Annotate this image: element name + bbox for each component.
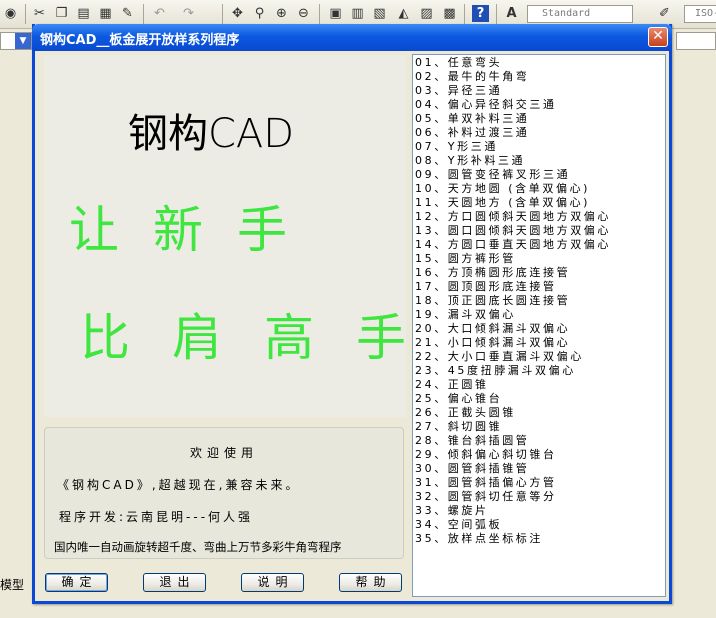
info-panel: 欢迎使用 《钢构CAD》,超越现在,兼容未来。 程序开发:云南昆明---何人强 … [44, 427, 404, 559]
pan-icon[interactable]: ✥ [229, 5, 246, 22]
list-item[interactable]: 09、圆管变径裤叉形三通 [415, 169, 570, 180]
list-item[interactable]: 17、圆顶圆形底连接管 [415, 281, 557, 292]
list-item[interactable]: 15、圆方裤形管 [415, 253, 516, 264]
markup-icon[interactable]: ◭ [395, 5, 412, 22]
copy-icon[interactable]: ❐ [53, 5, 70, 22]
text-style-select[interactable]: Standard [527, 5, 633, 23]
help-button[interactable]: 帮助 [339, 573, 402, 592]
splash-canvas: 钢构CAD 让新手 比肩高手 [44, 55, 406, 417]
list-item[interactable]: 25、偏心锥台 [415, 393, 502, 404]
layer-combo[interactable]: ▼ [0, 32, 32, 50]
list-item[interactable]: 20、大口倾斜漏斗双偏心 [415, 323, 570, 334]
dim-style-icon[interactable]: ✐ [656, 5, 673, 22]
list-item[interactable]: 29、倾斜偏心斜切锥台 [415, 449, 557, 460]
instructions-button[interactable]: 说明 [241, 573, 304, 592]
list-item[interactable]: 03、异径三通 [415, 85, 502, 96]
list-item[interactable]: 24、正圆锥 [415, 379, 489, 390]
help-icon[interactable]: ? [472, 5, 489, 22]
list-item[interactable]: 18、顶正圆底长圆连接管 [415, 295, 570, 306]
toolbar-separator [496, 4, 497, 24]
list-item[interactable]: 06、补料过渡三通 [415, 127, 529, 138]
list-item[interactable]: 16、方顶椭圆形底连接管 [415, 267, 570, 278]
feature-blurb: 国内唯一自动画旋转超千度、弯曲上万节多彩牛角弯程序 [54, 540, 342, 554]
list-item[interactable]: 33、螺旋片 [415, 505, 489, 516]
list-item[interactable]: 23、45度扭脖漏斗双偏心 [415, 365, 576, 376]
list-item[interactable]: 12、方口圆倾斜天圆地方双偏心 [415, 211, 611, 222]
toolbar-separator [464, 4, 465, 24]
list-item[interactable]: 01、任意弯头 [415, 57, 502, 68]
close-icon[interactable]: ✕ [648, 27, 668, 47]
list-item[interactable]: 28、锥台斜插圆管 [415, 435, 529, 446]
list-item[interactable]: 10、天方地圆 (含单双偏心) [415, 183, 590, 194]
list-item[interactable]: 22、大小口垂直漏斗双偏心 [415, 351, 584, 362]
developer-text: 程序开发:云南昆明---何人强 [59, 510, 254, 524]
text-style-icon[interactable]: A [503, 5, 520, 22]
list-item[interactable]: 26、正截头圆锥 [415, 407, 516, 418]
match-properties-icon[interactable]: ▦ [97, 5, 114, 22]
welcome-text: 欢迎使用 [189, 446, 258, 460]
list-item[interactable]: 08、Y形补料三通 [415, 155, 525, 166]
list-item[interactable]: 14、方圆口垂直天圆地方双偏心 [415, 239, 611, 250]
list-item[interactable]: 30、圆管斜插锥管 [415, 463, 529, 474]
list-item[interactable]: 32、圆管斜切任意等分 [415, 491, 557, 502]
list-item[interactable]: 31、圆管斜插偏心方管 [415, 477, 557, 488]
list-item[interactable]: 07、Y形三通 [415, 141, 498, 152]
list-item[interactable]: 21、小口倾斜漏斗双偏心 [415, 337, 570, 348]
calculator-icon[interactable]: ▩ [441, 5, 458, 22]
list-item[interactable]: 35、放样点坐标标注 [415, 533, 543, 544]
toolbar-separator [319, 4, 320, 24]
zoom-previous-icon[interactable]: ⊖ [295, 5, 312, 22]
list-item[interactable]: 11、天圆地方 (含单双偏心) [415, 197, 590, 208]
redo-icon[interactable]: ↷ [180, 5, 197, 22]
properties-icon[interactable]: ▣ [327, 5, 344, 22]
brush-icon[interactable]: ✎ [119, 5, 136, 22]
program-list[interactable]: 01、任意弯头 02、最牛的牛角弯 03、异径三通 04、偏心异径斜交三通 05、单双补… [412, 54, 666, 597]
design-center-icon[interactable]: ▥ [349, 5, 366, 22]
undo-icon[interactable]: ↶ [151, 5, 168, 22]
exit-button[interactable]: 退出 [143, 573, 206, 592]
list-item[interactable]: 05、单双补料三通 [415, 113, 529, 124]
list-item[interactable]: 02、最牛的牛角弯 [415, 71, 529, 82]
list-item[interactable]: 13、圆口圆倾斜天圆地方双偏心 [415, 225, 611, 236]
globe-icon[interactable]: ◉ [2, 5, 19, 22]
slogan-line2: 比肩高手 [80, 309, 448, 367]
sheet-metal-dialog: 钢构CAD__板金展开放样系列程序 ✕ 钢构CAD 让新手 比肩高手 欢迎使用 … [32, 24, 672, 604]
paste-icon[interactable]: ▤ [75, 5, 92, 22]
tool-palettes-icon[interactable]: ▧ [371, 5, 388, 22]
zoom-window-icon[interactable]: ⊕ [273, 5, 290, 22]
slogan-line1: 让新手 [69, 201, 321, 259]
ok-button[interactable]: 确定 [45, 573, 108, 592]
chevron-down-icon[interactable]: ▼ [15, 33, 31, 49]
model-tab[interactable]: 模型 [0, 576, 34, 594]
title-bar[interactable]: 钢构CAD__板金展开放样系列程序 ✕ [32, 24, 672, 51]
tagline-text: 《钢构CAD》,超越现在,兼容未来。 [57, 478, 301, 492]
dim-style-select[interactable]: ISO- [684, 5, 716, 23]
cut-icon[interactable]: ✂ [31, 5, 48, 22]
product-logo-text: 钢构CAD [128, 111, 295, 157]
list-item[interactable]: 04、偏心异径斜交三通 [415, 99, 557, 110]
list-item[interactable]: 34、空间弧板 [415, 519, 502, 530]
sheet-set-icon[interactable]: ▨ [418, 5, 435, 22]
linetype-combo[interactable] [676, 32, 716, 50]
list-item[interactable]: 27、斜切圆锥 [415, 421, 502, 432]
toolbar-separator [143, 4, 144, 24]
zoom-realtime-icon[interactable]: ⚲ [251, 5, 268, 22]
toolbar-separator [25, 4, 26, 24]
toolbar-separator [222, 4, 223, 24]
list-item[interactable]: 19、漏斗双偏心 [415, 309, 516, 320]
dialog-title: 钢构CAD__板金展开放样系列程序 [40, 33, 240, 48]
